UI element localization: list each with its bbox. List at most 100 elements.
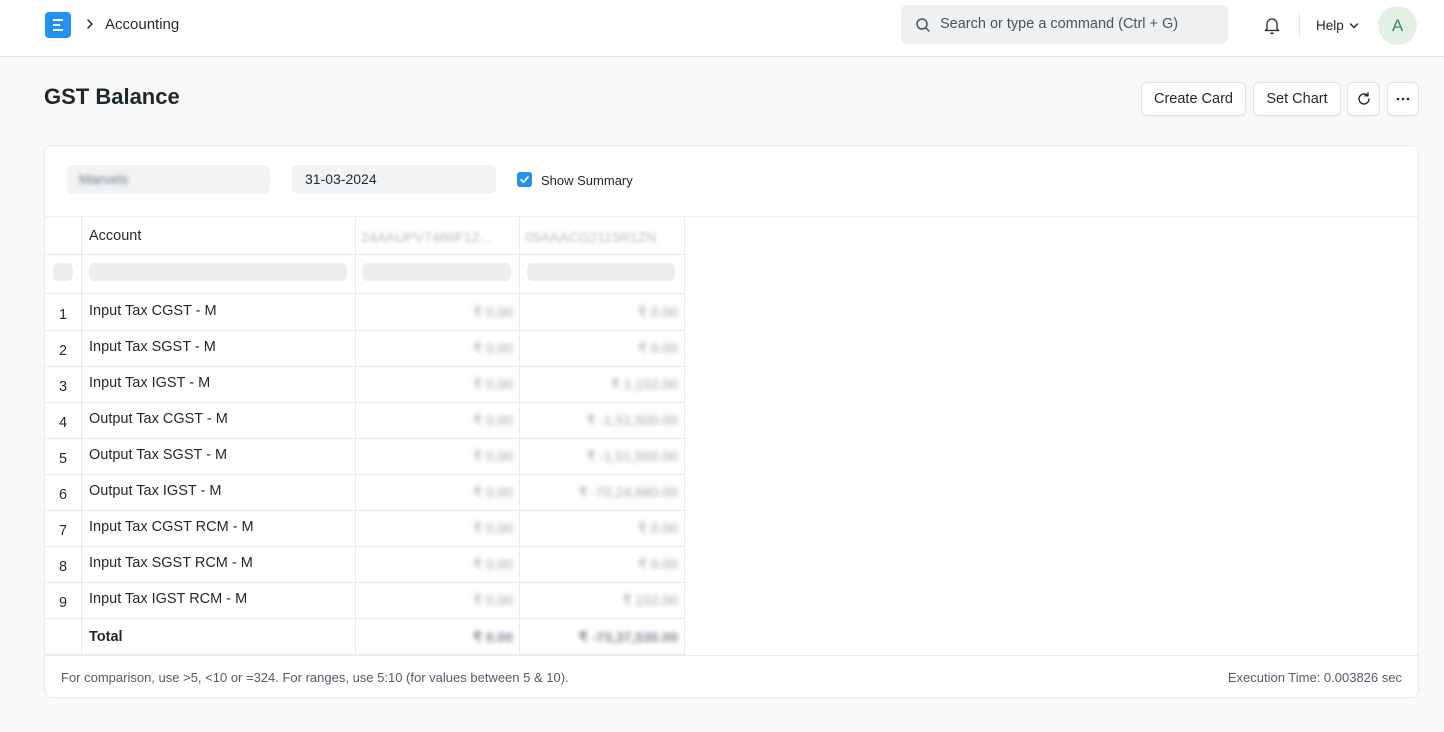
- refresh-button[interactable]: [1347, 82, 1380, 116]
- amount-cell[interactable]: ₹ 0.00: [355, 366, 520, 403]
- header-account-label: Account: [89, 228, 142, 244]
- amount-cell[interactable]: ₹ 0.00: [519, 330, 685, 367]
- amount-value: ₹ 152.00: [622, 592, 678, 608]
- date-filter[interactable]: 31-03-2024: [292, 165, 496, 194]
- row-number: 1: [58, 307, 68, 323]
- show-summary-label[interactable]: Show Summary: [541, 173, 633, 188]
- amount-value: ₹ 0.00: [472, 556, 513, 572]
- date-filter-value: 31-03-2024: [305, 171, 377, 187]
- account-cell[interactable]: Input Tax SGST - M: [81, 330, 356, 367]
- row-number-cell: 6: [45, 474, 82, 511]
- footer-separator: [45, 655, 1418, 656]
- total-amount-cell[interactable]: ₹ -73,37,530.00: [519, 618, 685, 655]
- filter-row-gstin-2: [519, 254, 685, 294]
- amount-cell[interactable]: ₹ 0.00: [355, 402, 520, 439]
- amount-cell[interactable]: ₹ 152.00: [519, 582, 685, 619]
- amount-cell[interactable]: ₹ 0.00: [355, 582, 520, 619]
- header-gstin-2[interactable]: 05AAACG2115R1ZN: [519, 217, 685, 255]
- account-name: Input Tax CGST - M: [89, 303, 217, 319]
- filter-rownum-input[interactable]: [53, 263, 73, 281]
- bell-icon[interactable]: [1262, 15, 1282, 35]
- row-number: 6: [58, 487, 68, 503]
- amount-value: ₹ 0.00: [472, 592, 513, 608]
- amount-value: ₹ 0.00: [472, 340, 513, 356]
- amount-cell[interactable]: ₹ 0.00: [355, 510, 520, 547]
- amount-cell[interactable]: ₹ 0.00: [519, 294, 685, 331]
- account-name: Output Tax IGST - M: [89, 483, 222, 499]
- set-chart-button[interactable]: Set Chart: [1253, 82, 1341, 116]
- row-number: 9: [58, 595, 68, 611]
- account-name: Input Tax IGST RCM - M: [89, 591, 248, 607]
- search-input[interactable]: Search or type a command (Ctrl + G): [940, 16, 1178, 32]
- account-cell[interactable]: Input Tax IGST RCM - M: [81, 582, 356, 619]
- amount-value: ₹ 1,152.00: [610, 376, 678, 392]
- header-gstin-1[interactable]: 24AAUPV7468F1Z...: [355, 217, 520, 255]
- create-card-button[interactable]: Create Card: [1141, 82, 1246, 116]
- amount-cell[interactable]: ₹ 0.00: [519, 510, 685, 547]
- amount-cell[interactable]: ₹ -1,51,500.00: [519, 438, 685, 475]
- more-menu-button[interactable]: [1387, 82, 1419, 116]
- amount-cell[interactable]: ₹ 1,152.00: [519, 366, 685, 403]
- amount-value: ₹ 0.00: [472, 520, 513, 536]
- filter-gstin-1-input[interactable]: [362, 263, 511, 281]
- account-cell[interactable]: Input Tax SGST RCM - M: [81, 546, 356, 583]
- help-dropdown[interactable]: Help: [1316, 18, 1344, 33]
- account-cell[interactable]: Output Tax IGST - M: [81, 474, 356, 511]
- amount-cell[interactable]: ₹ -70,24,680.00: [519, 474, 685, 511]
- search-bar[interactable]: Search or type a command (Ctrl + G): [901, 5, 1228, 44]
- amount-value: ₹ 0.00: [472, 448, 513, 464]
- amount-value: ₹ 0.00: [472, 412, 513, 428]
- header-account[interactable]: Account: [81, 217, 356, 255]
- row-number: 2: [58, 343, 68, 359]
- breadcrumb-accounting[interactable]: Accounting: [105, 16, 179, 33]
- amount-cell[interactable]: ₹ 0.00: [355, 294, 520, 331]
- amount-cell[interactable]: ₹ 0.00: [355, 330, 520, 367]
- amount-value: ₹ -1,51,500.00: [586, 448, 678, 464]
- account-cell[interactable]: Output Tax CGST - M: [81, 402, 356, 439]
- account-name: Input Tax SGST RCM - M: [89, 555, 253, 571]
- total-amount-cell[interactable]: ₹ 0.00: [355, 618, 520, 655]
- company-filter[interactable]: Marvels: [67, 165, 270, 194]
- chevron-down-icon[interactable]: [1349, 22, 1359, 30]
- company-filter-value: Marvels: [79, 171, 129, 187]
- row-number-cell: 3: [45, 366, 82, 403]
- amount-cell[interactable]: ₹ 0.00: [355, 546, 520, 583]
- account-cell[interactable]: Output Tax SGST - M: [81, 438, 356, 475]
- account-cell[interactable]: Input Tax CGST - M: [81, 294, 356, 331]
- row-number-cell: 8: [45, 546, 82, 583]
- show-summary-checkbox[interactable]: [517, 172, 532, 187]
- amount-cell[interactable]: ₹ 0.00: [519, 546, 685, 583]
- total-amount: ₹ -73,37,530.00: [578, 629, 678, 645]
- total-label-cell[interactable]: Total: [81, 618, 356, 655]
- account-name: Output Tax SGST - M: [89, 447, 228, 463]
- filter-row-rownum: [45, 254, 82, 294]
- filter-row-account: [81, 254, 356, 294]
- filter-hint: For comparison, use >5, <10 or =324. For…: [61, 670, 569, 685]
- row-number-cell: 9: [45, 582, 82, 619]
- amount-value: ₹ -1,51,500.00: [586, 412, 678, 428]
- total-amount: ₹ 0.00: [472, 629, 513, 645]
- total-label: Total: [89, 629, 123, 645]
- amount-value: ₹ 0.00: [637, 556, 678, 572]
- row-number-cell: 7: [45, 510, 82, 547]
- header-gstin-1-label: 24AAUPV7468F1Z...: [361, 229, 492, 245]
- header-gstin-2-label: 05AAACG2115R1ZN: [525, 229, 657, 245]
- total-rownum-cell: [45, 618, 82, 655]
- amount-value: ₹ 0.00: [472, 484, 513, 500]
- app-logo-icon[interactable]: [45, 12, 71, 38]
- search-icon: [916, 18, 930, 32]
- account-cell[interactable]: Input Tax CGST RCM - M: [81, 510, 356, 547]
- amount-cell[interactable]: ₹ -1,51,500.00: [519, 402, 685, 439]
- amount-cell[interactable]: ₹ 0.00: [355, 438, 520, 475]
- navbar: Accounting Search or type a command (Ctr…: [0, 0, 1444, 57]
- account-cell[interactable]: Input Tax IGST - M: [81, 366, 356, 403]
- amount-value: ₹ 0.00: [637, 304, 678, 320]
- amount-cell[interactable]: ₹ 0.00: [355, 474, 520, 511]
- filter-account-input[interactable]: [89, 263, 347, 281]
- row-number: 7: [58, 523, 68, 539]
- filter-gstin-2-input[interactable]: [527, 263, 675, 281]
- row-number-cell: 2: [45, 330, 82, 367]
- account-name: Input Tax IGST - M: [89, 375, 211, 391]
- chevron-right-icon: [87, 19, 93, 29]
- avatar[interactable]: A: [1378, 6, 1417, 45]
